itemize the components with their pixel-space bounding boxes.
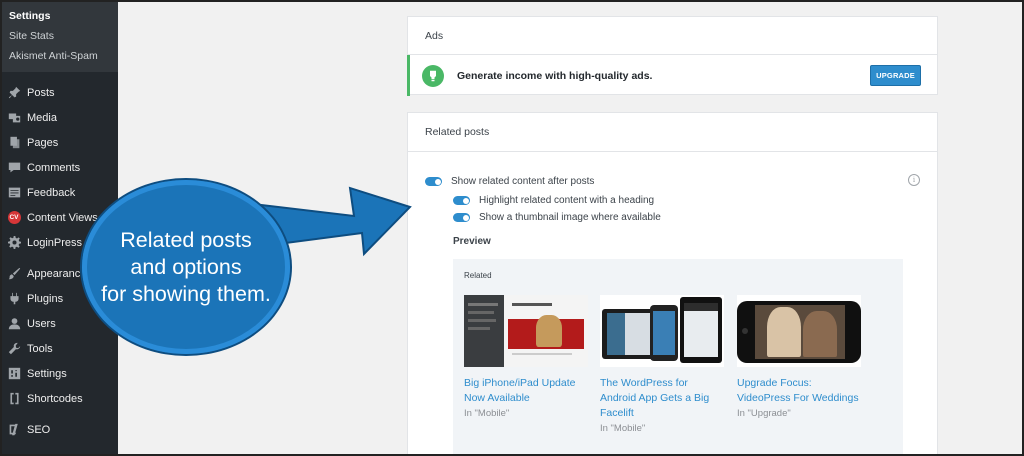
callout-bubble: Related posts and options for showing th… xyxy=(82,180,290,354)
callout-text-line: and options xyxy=(130,254,242,279)
callout-text-line: for showing them. xyxy=(101,281,271,306)
callout-text-line: Related posts xyxy=(120,227,252,252)
screenshot-frame: Settings Site Stats Akismet Anti-Spam Po… xyxy=(0,0,1024,456)
